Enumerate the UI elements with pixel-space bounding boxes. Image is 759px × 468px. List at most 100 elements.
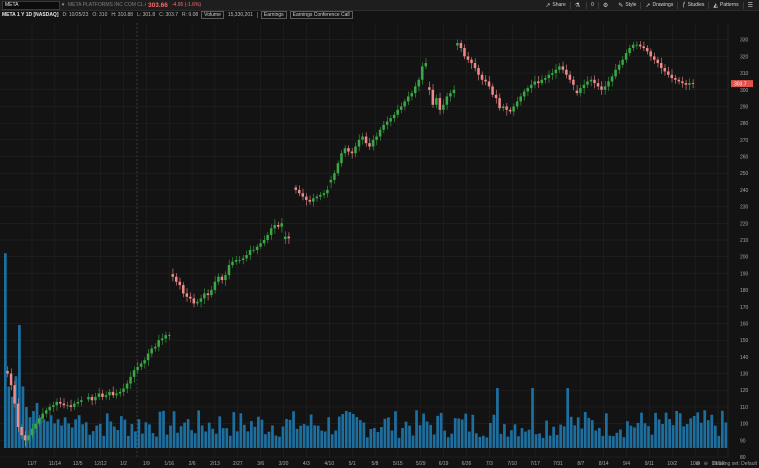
volume-bar bbox=[706, 420, 710, 448]
last-price: 303.66 bbox=[148, 1, 168, 9]
candle-body bbox=[189, 296, 192, 299]
menu-button[interactable]: ☰ bbox=[744, 0, 759, 10]
candle-body bbox=[396, 109, 399, 115]
volume-bar bbox=[446, 437, 450, 448]
info-low: L: 301.8 bbox=[137, 12, 156, 18]
candle-body bbox=[196, 301, 199, 304]
candle-body bbox=[305, 196, 308, 200]
volume-bar bbox=[510, 430, 513, 448]
candle-body bbox=[266, 234, 269, 240]
x-tick-label: 3/6 bbox=[257, 461, 264, 467]
volume-bar bbox=[81, 424, 85, 448]
x-tick-label: 2/6 bbox=[189, 461, 196, 467]
candle-body bbox=[108, 391, 111, 396]
zoom-in-icon[interactable]: ⊕ bbox=[696, 461, 700, 467]
candle-body bbox=[210, 290, 213, 296]
volume-bar bbox=[144, 422, 148, 448]
x-tick-label: 1/16 bbox=[164, 461, 174, 467]
zoom-out-icon[interactable]: ⊖ bbox=[704, 461, 708, 467]
volume-bar bbox=[492, 414, 496, 448]
volume-bar bbox=[664, 412, 668, 448]
candle-body bbox=[389, 118, 392, 122]
volume-bar bbox=[682, 426, 686, 448]
volume-bar bbox=[376, 431, 380, 448]
candle-body bbox=[276, 224, 280, 227]
patterns-button[interactable]: ◭ Patterns bbox=[709, 0, 742, 10]
settings-button[interactable]: ⚙ bbox=[599, 0, 614, 10]
y-tick-label: 170 bbox=[740, 305, 749, 311]
volume-bar bbox=[689, 418, 693, 448]
flask-button[interactable]: ⚗ bbox=[571, 0, 586, 10]
candle-body bbox=[522, 91, 526, 97]
volume-bar bbox=[685, 424, 689, 448]
candle-body bbox=[252, 250, 255, 251]
volume-bar bbox=[373, 427, 376, 448]
volume-bar bbox=[650, 434, 654, 448]
volume-bar bbox=[657, 419, 661, 448]
volume-bar bbox=[172, 411, 176, 448]
volume-bar bbox=[720, 410, 724, 448]
volume-pill[interactable]: Volume bbox=[201, 11, 224, 19]
candle-body bbox=[104, 395, 108, 397]
earnings-pill[interactable]: Earnings bbox=[260, 11, 287, 19]
volume-bar bbox=[397, 437, 401, 448]
y-tick-label: 270 bbox=[740, 138, 749, 144]
x-tick-label: 5/8 bbox=[372, 461, 379, 467]
earnings-call-pill[interactable]: Earnings Conference Call bbox=[289, 11, 353, 19]
volume-bar bbox=[692, 415, 696, 448]
candle-body bbox=[182, 285, 185, 294]
x-tick-label: 6/26 bbox=[462, 461, 472, 467]
symbol-dropdown-icon[interactable]: ▾ bbox=[60, 2, 66, 8]
x-tick-label: 1/9 bbox=[143, 461, 150, 467]
candle-body bbox=[269, 228, 273, 235]
top-toolbar: META ▾ META PLATFORMS INC COM CL A 303.6… bbox=[0, 0, 759, 11]
price-chart[interactable]: 11/7 11/14 12/5 12/12 1/2 1/9 1/16 2/6 2/13 2/27 3… bbox=[0, 19, 759, 468]
x-tick-label: 1/2 bbox=[120, 461, 127, 467]
volume-bar bbox=[63, 417, 67, 448]
candle-body bbox=[118, 391, 122, 394]
candle-body bbox=[315, 196, 319, 199]
candle-body bbox=[160, 338, 164, 341]
candle-body bbox=[347, 148, 350, 152]
drawings-button[interactable]: ➚ Drawings bbox=[641, 0, 677, 10]
share-button[interactable]: ↗ Share bbox=[541, 0, 569, 10]
patterns-icon: ◭ bbox=[713, 2, 718, 9]
volume-bar bbox=[351, 413, 355, 448]
volume-bar bbox=[559, 424, 563, 448]
candle-body bbox=[642, 46, 645, 49]
candle-body bbox=[631, 44, 635, 49]
style-button[interactable]: ✎ Style bbox=[614, 0, 640, 10]
volume-bar bbox=[235, 431, 239, 448]
alerts-counter[interactable]: 0 bbox=[587, 0, 598, 10]
volume-bar bbox=[42, 419, 46, 448]
volume-bar bbox=[327, 417, 331, 448]
volume-bar bbox=[134, 431, 137, 448]
candle-body bbox=[428, 87, 431, 90]
gear-icon: ⚙ bbox=[602, 2, 609, 9]
candle-body bbox=[90, 396, 94, 401]
volume-bar bbox=[218, 416, 222, 448]
volume-bar bbox=[626, 421, 629, 448]
candle-body bbox=[132, 370, 136, 377]
candle-body bbox=[536, 81, 540, 84]
volume-bar bbox=[330, 434, 334, 448]
volume-bar bbox=[467, 431, 471, 448]
volume-bar bbox=[334, 430, 338, 448]
volume-bar bbox=[629, 425, 633, 448]
candle-body bbox=[241, 258, 245, 261]
volume-bar bbox=[200, 425, 204, 448]
volume-bar bbox=[671, 425, 675, 448]
volume-bar bbox=[299, 425, 302, 448]
volume-bar bbox=[710, 414, 714, 448]
volume-bar bbox=[604, 413, 608, 448]
volume-bar bbox=[292, 411, 295, 448]
candle-body bbox=[164, 335, 167, 339]
symbol-input[interactable]: META bbox=[2, 0, 60, 10]
chart-title: META 1 Y 1D [NASDAQ] bbox=[2, 12, 59, 18]
candle-body bbox=[413, 86, 417, 94]
volume-bar bbox=[615, 432, 619, 448]
volume-bar bbox=[562, 426, 566, 448]
y-tick-label: 300 bbox=[740, 88, 749, 94]
candle-body bbox=[62, 403, 66, 406]
studies-button[interactable]: ƒ Studies bbox=[678, 0, 708, 10]
